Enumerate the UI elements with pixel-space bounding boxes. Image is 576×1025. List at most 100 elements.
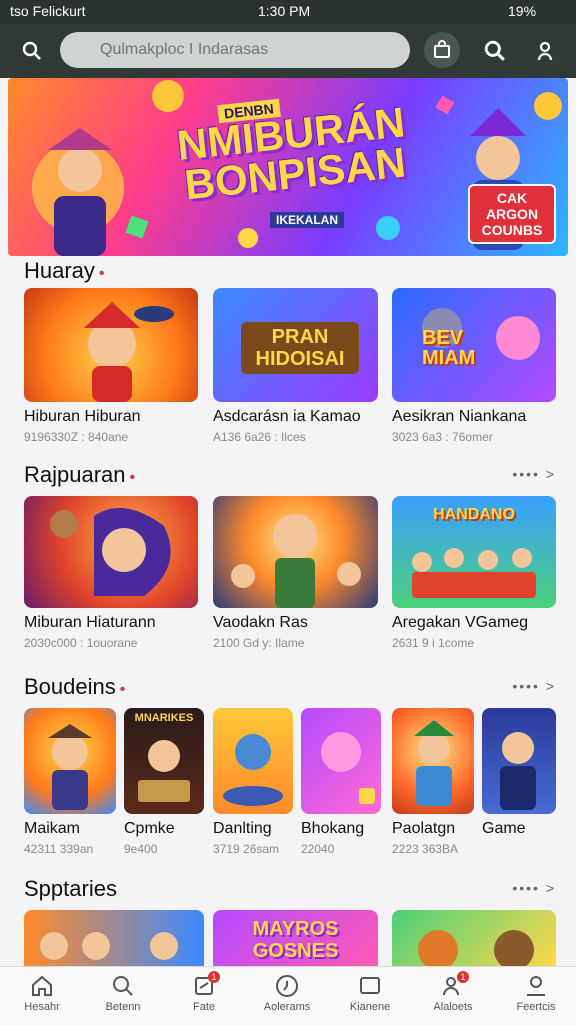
nav-item-search[interactable]: Betenn (91, 973, 155, 1013)
game-title: Miburan Hiaturann (24, 614, 156, 631)
game-card[interactable]: Miburan Hiaturann 2030c000 : 1ouorane (24, 496, 198, 650)
thumbnail-text: PRAN HIDOISAI (241, 322, 359, 374)
nav-item-kianene[interactable]: Kianene (338, 973, 402, 1013)
game-card[interactable]: Paolatgn 2223 363BA (392, 708, 474, 856)
game-thumbnail: MAYROS GOSNES (213, 910, 378, 966)
game-title: Cpmke (124, 820, 175, 837)
game-card[interactable]: HANDANO Aregakan VGameg 2631 9 i 1come (392, 496, 556, 650)
game-meta: 3719 26sam (213, 842, 280, 856)
game-meta: A136 6a26 : Ilces (213, 430, 306, 444)
character-illustration (40, 932, 178, 960)
nav-label: Aolerams (263, 1001, 311, 1013)
character-illustration (138, 740, 190, 802)
nav-item-alaloets[interactable]: 1 Alaloets (421, 971, 485, 1013)
game-card[interactable]: PRAN HIDOISAI Asdcarásn ia Kamao A136 6a… (213, 288, 378, 444)
banner-tag[interactable]: CAK ARGON COUNBS (468, 184, 556, 244)
game-card[interactable]: Vaodakn Ras 2100 Gd y: Ilame (213, 496, 378, 650)
section-title-huaray: Huaray • (24, 258, 105, 283)
nav-item-fate[interactable]: 1 Fate (172, 971, 236, 1013)
game-thumbnail (482, 708, 556, 814)
game-card[interactable]: BEV MIAM Aesikran Niankana 3023 6a3 : 76… (392, 288, 556, 444)
see-more-link[interactable]: •••• > (512, 466, 556, 482)
nav-item-aolerams[interactable]: Aolerams (255, 973, 319, 1013)
section-title-spptaries: Spptaries (24, 876, 117, 901)
character-illustration (321, 732, 375, 804)
game-meta: 9196330Z : 840ane (24, 430, 129, 444)
game-meta: 2030c000 : 1ouorane (24, 636, 138, 650)
promo-banner[interactable]: DENBN NMIBURÁN BONPISAN IKEKALAN CAK ARG… (8, 78, 568, 256)
nav-label: Betenn (105, 1001, 141, 1013)
game-card[interactable]: MNARIKES Cpmke 9e400 (124, 708, 204, 856)
battery-label: 19% (508, 3, 537, 19)
character-illustration (84, 302, 174, 402)
game-thumbnail (24, 496, 198, 608)
search-icon[interactable] (20, 39, 44, 63)
game-title: Aregakan VGameg (392, 614, 529, 631)
game-meta: 42311 339an (24, 842, 94, 856)
game-card[interactable]: Maikam 42311 339an (24, 708, 116, 856)
time-label: 1:30 PM (258, 3, 311, 19)
game-card[interactable]: Game (482, 708, 556, 842)
character-illustration (414, 720, 454, 806)
game-title: Vaodakn Ras (213, 614, 308, 631)
character-illustration (223, 734, 283, 806)
game-thumbnail: HANDANO (392, 496, 556, 608)
game-meta: 3023 6a3 : 76omer (392, 430, 493, 444)
nav-label: Fate (192, 1001, 215, 1013)
game-card[interactable] (392, 910, 556, 966)
search-input[interactable] (60, 32, 410, 68)
game-thumbnail (24, 708, 116, 814)
shopping-bag-icon[interactable] (424, 32, 460, 68)
game-thumbnail (213, 496, 378, 608)
section-title-rajpuaran: Rajpuaran • (24, 462, 136, 487)
game-meta: 2631 9 i 1come (392, 636, 475, 650)
game-thumbnail (392, 910, 556, 966)
game-card[interactable]: Hiburan Hiburan 9196330Z : 840ane (24, 288, 198, 444)
bottom-navigation: Hesahr Betenn 1 Fate Aolerams Kianene 1 … (0, 966, 576, 1025)
character-illustration (500, 732, 536, 810)
see-more-link[interactable]: •••• > (512, 880, 556, 896)
game-thumbnail (213, 708, 293, 814)
game-thumbnail: MNARIKES (124, 708, 204, 814)
carrier-label: tso Felickurt (10, 3, 86, 19)
profile-icon[interactable] (534, 38, 556, 64)
game-card[interactable]: MAYROS GOSNES (213, 910, 378, 966)
game-thumbnail (301, 708, 381, 814)
character-illustration (50, 508, 171, 596)
game-title: Paolatgn (392, 820, 456, 837)
game-title: Asdcarásn ia Kamao (213, 408, 361, 425)
banner-subtitle: IKEKALAN (270, 212, 344, 228)
top-bar (0, 24, 576, 78)
character-illustration (231, 514, 361, 608)
home-icon (32, 975, 52, 996)
square-icon (360, 977, 380, 994)
game-thumbnail (24, 288, 198, 402)
game-title: Game (482, 820, 526, 837)
character-illustration (418, 930, 534, 966)
game-title: Aesikran Niankana (392, 408, 527, 425)
nav-item-feertcis[interactable]: Feertcis (504, 973, 568, 1013)
see-more-link[interactable]: •••• > (512, 678, 556, 694)
game-thumbnail: PRAN HIDOISAI (213, 288, 378, 402)
game-card[interactable]: Danlting 3719 26sam (213, 708, 293, 856)
game-title: Bhokang (301, 820, 365, 837)
nav-item-home[interactable]: Hesahr (10, 973, 74, 1013)
clock-icon (276, 975, 298, 997)
character-illustration (48, 724, 92, 810)
search-icon (113, 976, 133, 996)
nav-label: Feertcis (516, 1001, 556, 1013)
status-bar: tso Felickurt 1:30 PM 19% (0, 0, 576, 24)
nav-label: Alaloets (433, 1001, 473, 1013)
game-meta: 2223 363BA (392, 842, 459, 856)
search-icon[interactable] (482, 38, 508, 64)
game-thumbnail (24, 910, 204, 966)
game-meta: 2100 Gd y: Ilame (213, 636, 305, 650)
game-card[interactable]: Bhokang 22040 (301, 708, 381, 856)
notification-badge: 1 (457, 971, 469, 983)
person-icon (527, 976, 545, 996)
game-title: Hiburan Hiburan (24, 408, 141, 425)
game-thumbnail: BEV MIAM (392, 288, 556, 402)
game-title: Danlting (213, 820, 272, 837)
notification-badge: 1 (208, 971, 220, 983)
game-card[interactable] (24, 910, 204, 966)
